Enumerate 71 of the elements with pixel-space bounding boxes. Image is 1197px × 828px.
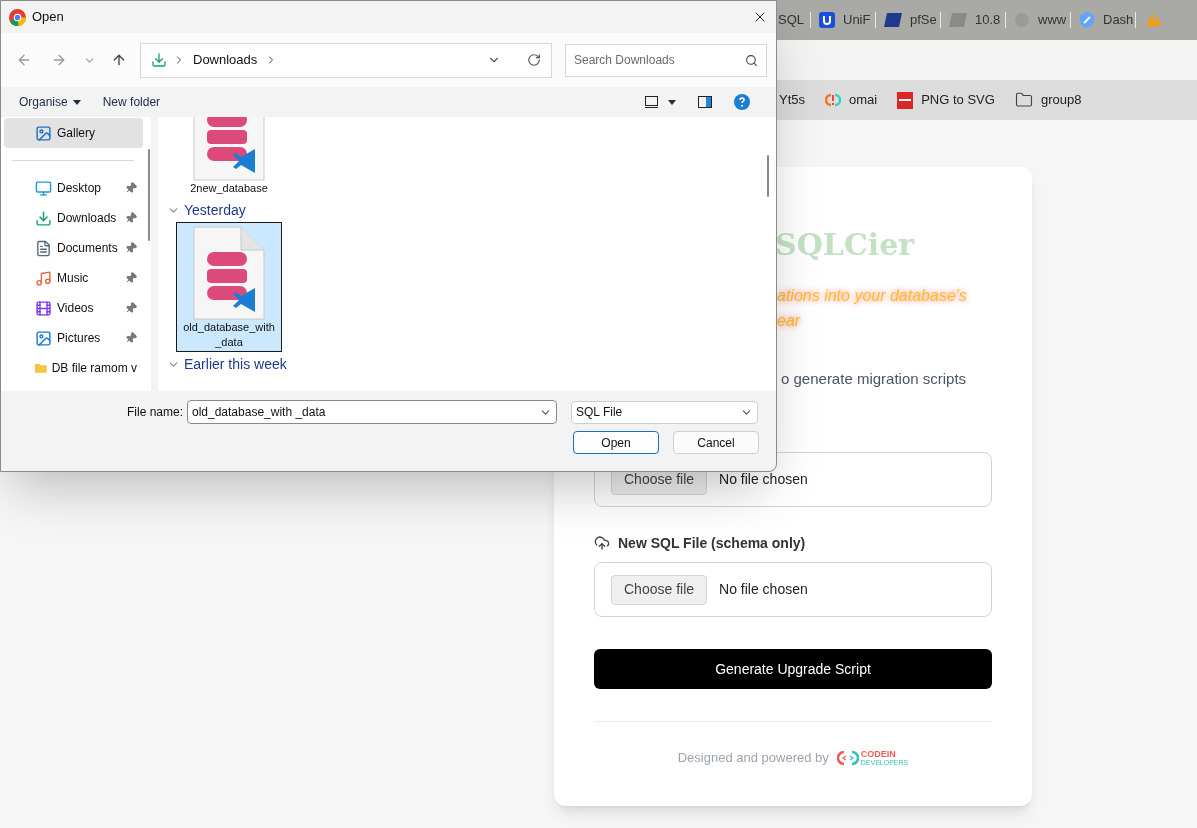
- download-icon: [151, 52, 167, 68]
- gallery-icon: [35, 124, 52, 142]
- dialog-button[interactable]: Cancel: [673, 431, 759, 454]
- nav-item[interactable]: Gallery: [4, 118, 143, 148]
- view-icon[interactable]: [645, 96, 658, 108]
- back-icon[interactable]: [16, 52, 32, 68]
- music-icon: [35, 269, 52, 287]
- file-name-field[interactable]: old_database_with _data: [187, 400, 557, 424]
- folder-icon: [1014, 91, 1033, 109]
- nav-item[interactable]: Desktop: [4, 173, 143, 203]
- cloud-upload-icon: [594, 535, 610, 551]
- database-file-icon: [193, 226, 265, 320]
- caret-icon: [72, 99, 81, 105]
- browser-logo-icon: [9, 8, 26, 26]
- preview-pane-icon[interactable]: [698, 96, 712, 108]
- description-text: o generate migration scripts: [781, 369, 968, 389]
- caret-icon[interactable]: [668, 99, 676, 105]
- file-tile[interactable]: 2new_database: [176, 117, 282, 198]
- bookmark[interactable]: omai: [825, 90, 878, 110]
- file-status-text: No file chosen: [719, 470, 808, 489]
- help-icon[interactable]: [734, 94, 750, 110]
- field-label: New SQL File (schema only): [618, 533, 806, 553]
- search-field[interactable]: Search Downloads: [565, 43, 767, 77]
- file-status-text: No file chosen: [719, 580, 808, 599]
- nav-item[interactable]: DB file ramom v: [4, 353, 143, 383]
- file-input[interactable]: Choose file No file chosen: [594, 562, 992, 617]
- video-icon: [35, 299, 52, 317]
- picture-icon: [35, 329, 52, 347]
- forward-icon[interactable]: [51, 52, 67, 68]
- browser-tab[interactable]: pfSe: [876, 4, 940, 36]
- browser-tab[interactable]: www: [1006, 4, 1070, 36]
- tagline-text: ear: [777, 311, 802, 331]
- bookmark[interactable]: PNG to SVG: [897, 90, 995, 110]
- browser-tab[interactable]: Dash: [1071, 4, 1135, 36]
- browser-tab[interactable]: 10.8: [941, 4, 1005, 36]
- dialog-button[interactable]: Open: [573, 431, 659, 454]
- file-type-select[interactable]: SQL File: [571, 400, 758, 424]
- group-header[interactable]: Yesterday: [167, 198, 776, 222]
- nav-item[interactable]: Downloads: [4, 203, 143, 233]
- window-title: Open: [32, 8, 64, 27]
- generate-button[interactable]: Generate Upgrade Script: [594, 649, 992, 689]
- sail-logo-icon: [1144, 12, 1162, 28]
- document-icon: [35, 239, 52, 257]
- nav-item[interactable]: Pictures: [4, 323, 143, 353]
- tab-favicon-icon: [884, 13, 902, 27]
- bookmark[interactable]: group8: [1014, 90, 1082, 110]
- address-field[interactable]: Downloads: [140, 42, 552, 78]
- nav-item[interactable]: Music: [4, 263, 143, 293]
- bookmark[interactable]: Yt5s: [779, 90, 805, 110]
- download-icon: [35, 209, 52, 227]
- refresh-icon[interactable]: [527, 53, 541, 67]
- up-icon[interactable]: [111, 52, 127, 68]
- desktop-icon: [35, 179, 52, 197]
- app-title: SQLCier: [775, 226, 916, 264]
- footer-text: Designed and powered by: [677, 749, 829, 767]
- file-tile[interactable]: old_database_with _data: [176, 222, 282, 352]
- breadcrumb-item[interactable]: Downloads: [193, 50, 258, 70]
- search-icon: [745, 53, 758, 67]
- image-file-icon: [897, 91, 914, 109]
- browser-tab[interactable]: UniF: [811, 4, 875, 36]
- file-name-label: File name:: [125, 404, 184, 421]
- folder-icon: [35, 361, 47, 375]
- nav-item[interactable]: Documents: [4, 233, 143, 263]
- shield-icon: [1079, 11, 1095, 29]
- tagline-text: ations into your database's: [777, 286, 968, 306]
- tab-favicon-icon: [949, 13, 967, 27]
- nav-item[interactable]: Videos: [4, 293, 143, 323]
- group-header[interactable]: Earlier this week: [167, 352, 776, 376]
- organise-menu[interactable]: Organise: [19, 93, 81, 111]
- choose-file-button[interactable]: Choose file: [611, 574, 708, 605]
- new-folder-button[interactable]: New folder: [102, 93, 161, 111]
